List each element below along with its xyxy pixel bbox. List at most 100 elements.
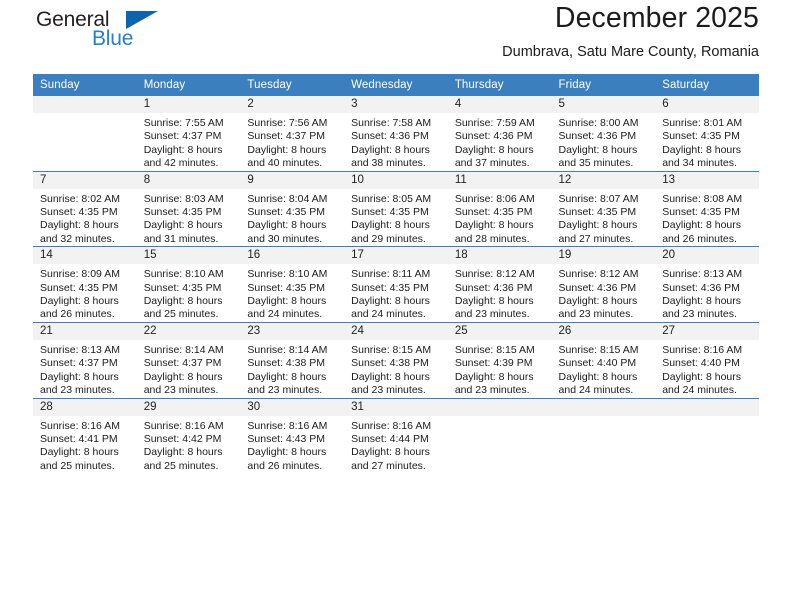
calendar-day-cell[interactable]: 12 Sunrise: 8:07 AM Sunset: 4:35 PM Dayligh… — [551, 170, 656, 247]
day-details: Sunrise: 8:13 AM Sunset: 4:36 PM Daylight:… — [655, 264, 759, 322]
sunset-time: Sunset: 4:35 PM — [247, 281, 326, 294]
day-details: Sunrise: 7:55 AM Sunset: 4:37 PM Daylight:… — [137, 113, 241, 171]
daylight-duration-line1: Daylight: 8 hours — [143, 143, 223, 156]
sunrise-time: Sunrise: 8:15 AM — [454, 343, 535, 356]
sunrise-time: Sunrise: 8:16 AM — [247, 419, 328, 432]
daylight-duration-line1: Daylight: 8 hours — [454, 295, 534, 308]
calendar-day-cell[interactable]: 26 Sunrise: 8:15 AM Sunset: 4:40 PM Dayligh… — [551, 321, 656, 398]
calendar-day-cell[interactable]: 29 Sunrise: 8:16 AM Sunset: 4:42 PM Dayligh… — [136, 397, 241, 474]
daylight-duration-line2: and 25 minutes. — [143, 308, 219, 321]
day-details: Sunrise: 8:05 AM Sunset: 4:35 PM Daylight:… — [344, 189, 448, 247]
calendar-day-cell[interactable]: 7 Sunrise: 8:02 AM Sunset: 4:35 PM Daylight… — [33, 170, 137, 247]
daylight-duration-line2: and 23 minutes. — [40, 384, 115, 397]
day-details: Sunrise: 8:04 AM Sunset: 4:35 PM Daylight:… — [240, 189, 344, 247]
calendar-day-cell[interactable]: 17 Sunrise: 8:11 AM Sunset: 4:35 PM Dayligh… — [344, 246, 448, 323]
daylight-duration-line2: and 34 minutes. — [662, 157, 737, 170]
daylight-duration-line1: Daylight: 8 hours — [143, 446, 223, 459]
sunrise-time: Sunrise: 8:16 AM — [40, 419, 120, 432]
day-details: Sunrise: 8:07 AM Sunset: 4:35 PM Daylight:… — [552, 189, 656, 247]
day-details: Sunrise: 8:16 AM Sunset: 4:44 PM Daylight:… — [344, 416, 448, 474]
day-details: Sunrise: 8:15 AM Sunset: 4:38 PM Daylight:… — [344, 340, 448, 398]
sunrise-time: Sunrise: 7:55 AM — [143, 117, 224, 129]
day-number: 16 — [240, 247, 345, 265]
day-details: Sunrise: 8:13 AM Sunset: 4:37 PM Daylight:… — [33, 340, 137, 398]
daylight-duration-line1: Daylight: 8 hours — [247, 370, 327, 383]
weekday-header-sunday: Sunday — [33, 74, 137, 96]
sunrise-time: Sunrise: 8:11 AM — [351, 268, 431, 281]
calendar-day-cell[interactable]: 22 Sunrise: 8:14 AM Sunset: 4:37 PM Dayligh… — [136, 321, 241, 398]
calendar-day-cell[interactable]: 16 Sunrise: 8:10 AM Sunset: 4:35 PM Dayligh… — [240, 246, 345, 323]
day-details: Sunrise: 8:15 AM Sunset: 4:39 PM Daylight:… — [448, 340, 552, 398]
sunset-time: Sunset: 4:35 PM — [558, 206, 637, 219]
general-blue-logo[interactable]: General Blue — [33, 6, 223, 62]
daylight-duration-line1: Daylight: 8 hours — [351, 446, 430, 459]
calendar-day-cell[interactable]: 24 Sunrise: 8:15 AM Sunset: 4:38 PM Dayligh… — [344, 321, 448, 398]
day-number: 21 — [33, 322, 137, 340]
sunset-time: Sunset: 4:36 PM — [662, 281, 740, 294]
calendar-day-cell[interactable]: 4 Sunrise: 7:59 AM Sunset: 4:36 PM Daylight… — [447, 96, 552, 171]
calendar-day-cell[interactable]: 11 Sunrise: 8:06 AM Sunset: 4:35 PM Dayligh… — [447, 170, 552, 247]
sunset-time: Sunset: 4:38 PM — [247, 357, 326, 370]
day-details — [448, 416, 552, 420]
sunset-time: Sunset: 4:43 PM — [247, 432, 326, 445]
daylight-duration-line2: and 31 minutes. — [143, 232, 219, 245]
calendar-day-cell[interactable]: 10 Sunrise: 8:05 AM Sunset: 4:35 PM Dayligh… — [344, 170, 448, 247]
calendar-day-cell[interactable]: 27 Sunrise: 8:16 AM Sunset: 4:40 PM Dayligh… — [655, 321, 759, 398]
day-number: 25 — [447, 322, 552, 340]
calendar-day-cell[interactable]: 25 Sunrise: 8:15 AM Sunset: 4:39 PM Dayligh… — [447, 321, 552, 398]
calendar-day-cell[interactable]: 6 Sunrise: 8:01 AM Sunset: 4:35 PM Daylight… — [655, 96, 759, 171]
sunrise-time: Sunrise: 7:56 AM — [247, 117, 328, 129]
daylight-duration-line2: and 26 minutes. — [247, 459, 323, 472]
calendar-day-cell[interactable]: 19 Sunrise: 8:12 AM Sunset: 4:36 PM Dayligh… — [551, 246, 656, 323]
sunrise-time: Sunrise: 8:12 AM — [558, 268, 639, 281]
sunset-time: Sunset: 4:36 PM — [558, 130, 637, 143]
daylight-duration-line2: and 23 minutes. — [351, 384, 426, 397]
calendar-day-cell[interactable]: 20 Sunrise: 8:13 AM Sunset: 4:36 PM Dayligh… — [655, 246, 759, 323]
daylight-duration-line1: Daylight: 8 hours — [143, 370, 223, 383]
calendar-day-cell[interactable]: 1 Sunrise: 7:55 AM Sunset: 4:37 PM Daylight… — [136, 96, 241, 171]
sunset-time: Sunset: 4:38 PM — [351, 357, 429, 370]
daylight-duration-line2: and 40 minutes. — [247, 157, 323, 170]
sunset-time: Sunset: 4:36 PM — [558, 281, 637, 294]
logo-text-blue: Blue — [92, 27, 134, 50]
day-details: Sunrise: 8:01 AM Sunset: 4:35 PM Daylight:… — [655, 113, 759, 171]
calendar-day-cell[interactable]: 23 Sunrise: 8:14 AM Sunset: 4:38 PM Dayligh… — [240, 321, 345, 398]
day-details — [552, 416, 656, 420]
day-details: Sunrise: 8:16 AM Sunset: 4:41 PM Daylight:… — [33, 416, 137, 474]
sunset-time: Sunset: 4:42 PM — [143, 432, 222, 445]
sunset-time: Sunset: 4:39 PM — [454, 357, 533, 370]
sunset-time: Sunset: 4:35 PM — [454, 206, 533, 219]
daylight-duration-line2: and 30 minutes. — [247, 232, 323, 245]
calendar-day-cell[interactable]: 21 Sunrise: 8:13 AM Sunset: 4:37 PM Dayligh… — [33, 321, 137, 398]
calendar-day-cell[interactable]: 13 Sunrise: 8:08 AM Sunset: 4:35 PM Dayligh… — [655, 170, 759, 247]
daylight-duration-line1: Daylight: 8 hours — [247, 143, 327, 156]
sunrise-time: Sunrise: 8:07 AM — [558, 192, 639, 205]
sunrise-time: Sunrise: 8:16 AM — [351, 419, 432, 432]
calendar-day-cell[interactable]: 3 Sunrise: 7:58 AM Sunset: 4:36 PM Daylight… — [344, 96, 448, 171]
calendar-day-cell-empty — [551, 397, 656, 474]
calendar-day-cell[interactable]: 31 Sunrise: 8:16 AM Sunset: 4:44 PM Dayligh… — [344, 397, 448, 474]
calendar-day-cell[interactable]: 18 Sunrise: 8:12 AM Sunset: 4:36 PM Dayligh… — [447, 246, 552, 323]
day-number: 7 — [33, 171, 137, 189]
daylight-duration-line1: Daylight: 8 hours — [558, 219, 638, 232]
sunset-time: Sunset: 4:44 PM — [351, 432, 429, 445]
sunrise-time: Sunrise: 8:15 AM — [558, 343, 639, 356]
calendar-day-cell[interactable]: 30 Sunrise: 8:16 AM Sunset: 4:43 PM Dayligh… — [240, 397, 345, 474]
calendar-day-cell[interactable]: 5 Sunrise: 8:00 AM Sunset: 4:36 PM Daylight… — [551, 96, 656, 171]
calendar-day-cell-empty — [33, 96, 137, 171]
day-details: Sunrise: 8:12 AM Sunset: 4:36 PM Daylight:… — [552, 264, 656, 322]
day-details: Sunrise: 7:58 AM Sunset: 4:36 PM Daylight:… — [344, 113, 448, 171]
calendar-day-cell[interactable]: 15 Sunrise: 8:10 AM Sunset: 4:35 PM Dayligh… — [136, 246, 241, 323]
calendar-day-cell[interactable]: 8 Sunrise: 8:03 AM Sunset: 4:35 PM Daylight… — [136, 170, 241, 247]
calendar-day-cell[interactable]: 28 Sunrise: 8:16 AM Sunset: 4:41 PM Dayligh… — [33, 397, 137, 474]
calendar-day-cell[interactable]: 14 Sunrise: 8:09 AM Sunset: 4:35 PM Dayligh… — [33, 246, 137, 323]
daylight-duration-line1: Daylight: 8 hours — [351, 370, 430, 383]
sunset-time: Sunset: 4:35 PM — [662, 130, 740, 143]
day-details: Sunrise: 8:14 AM Sunset: 4:37 PM Daylight:… — [137, 340, 241, 398]
sunset-time: Sunset: 4:35 PM — [143, 281, 222, 294]
calendar-day-cell[interactable]: 2 Sunrise: 7:56 AM Sunset: 4:37 PM Daylight… — [240, 96, 345, 171]
calendar-day-cell[interactable]: 9 Sunrise: 8:04 AM Sunset: 4:35 PM Daylight… — [240, 170, 345, 247]
sunset-time: Sunset: 4:40 PM — [558, 357, 637, 370]
daylight-duration-line1: Daylight: 8 hours — [40, 219, 119, 232]
daylight-duration-line2: and 25 minutes. — [40, 459, 115, 472]
